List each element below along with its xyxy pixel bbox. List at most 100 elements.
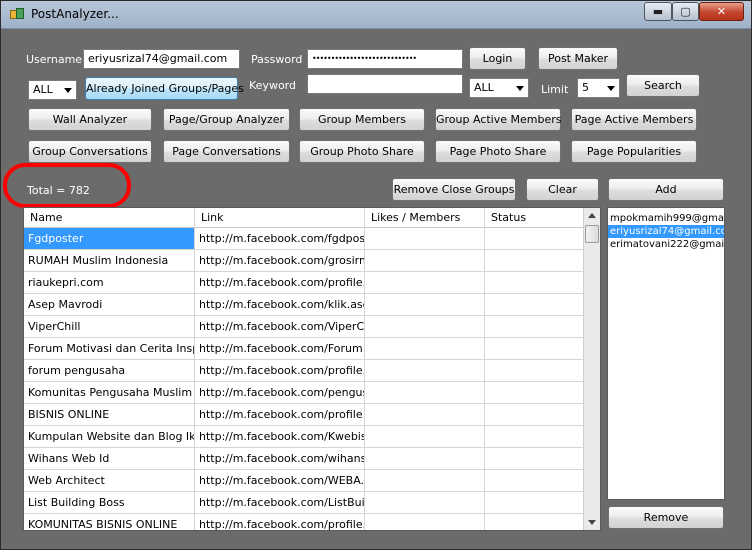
- limit-select[interactable]: 5: [577, 78, 620, 98]
- table-cell-name[interactable]: riaukepri.com: [24, 272, 195, 293]
- table-cell-link[interactable]: http://m.facebook.com/WEBA...: [195, 470, 365, 491]
- group-active-members-button[interactable]: Group Active Members: [435, 108, 562, 131]
- table-cell-likes[interactable]: [365, 382, 485, 403]
- table-cell-link[interactable]: http://m.facebook.com/profile.p...: [195, 404, 365, 425]
- column-header-name[interactable]: Name: [24, 208, 195, 228]
- table-cell-status[interactable]: [485, 250, 584, 271]
- table-cell-likes[interactable]: [365, 228, 485, 249]
- scroll-up-icon[interactable]: [584, 208, 600, 224]
- table-cell-name[interactable]: RUMAH Muslim Indonesia: [24, 250, 195, 271]
- column-header-status[interactable]: Status: [485, 208, 584, 228]
- table-cell-likes[interactable]: [365, 316, 485, 337]
- column-header-link[interactable]: Link: [195, 208, 365, 228]
- scope-select[interactable]: ALL: [28, 80, 77, 100]
- list-item[interactable]: erimatovani222@gmail.c: [608, 238, 724, 251]
- scroll-down-icon[interactable]: [584, 514, 600, 530]
- search-button[interactable]: Search: [626, 74, 700, 97]
- accounts-list[interactable]: mpokmamih999@gmail. eriyusrizal74@gmail.c…: [607, 207, 725, 500]
- clear-button[interactable]: Clear: [526, 178, 599, 201]
- table-cell-likes[interactable]: [365, 470, 485, 491]
- table-row[interactable]: Web Architect http://m.facebook.com/WEBA.…: [24, 470, 584, 492]
- table-cell-name[interactable]: Asep Mavrodi: [24, 294, 195, 315]
- table-cell-link[interactable]: http://m.facebook.com/ViperChill: [195, 316, 365, 337]
- table-cell-name[interactable]: Kumpulan Website dan Blog Ikl...: [24, 426, 195, 447]
- table-row[interactable]: List Building Boss http://m.facebook.com/…: [24, 492, 584, 514]
- table-row[interactable]: BISNIS ONLINE http://m.facebook.com/profi…: [24, 404, 584, 426]
- table-cell-status[interactable]: [485, 404, 584, 425]
- table-row[interactable]: Forum Motivasi dan Cerita Inspir...http:…: [24, 338, 584, 360]
- table-cell-status[interactable]: [485, 294, 584, 315]
- table-cell-name[interactable]: Komunitas Pengusaha Muslim In...: [24, 382, 195, 403]
- password-input[interactable]: ••••••••••••••••••••••••••••: [307, 49, 463, 69]
- maximize-button[interactable]: ▢: [672, 2, 699, 21]
- table-row[interactable]: Komunitas Pengusaha Muslim In...http://m…: [24, 382, 584, 404]
- table-cell-name[interactable]: List Building Boss: [24, 492, 195, 513]
- page-conversations-button[interactable]: Page Conversations: [163, 140, 290, 163]
- minimize-button[interactable]: ▬: [644, 2, 672, 21]
- results-table[interactable]: Name Link Likes / Members Status Fgdpost…: [23, 207, 601, 531]
- table-cell-status[interactable]: [485, 514, 584, 530]
- column-header-likes[interactable]: Likes / Members: [365, 208, 485, 228]
- table-cell-likes[interactable]: [365, 338, 485, 359]
- table-cell-link[interactable]: http://m.facebook.com/Forum....: [195, 338, 365, 359]
- page-popularities-button[interactable]: Page Popularities: [571, 140, 697, 163]
- title-bar[interactable]: PostAnalyzer... ▬ ▢ ✕: [1, 1, 751, 29]
- table-cell-likes[interactable]: [365, 448, 485, 469]
- table-cell-status[interactable]: [485, 492, 584, 513]
- table-cell-likes[interactable]: [365, 404, 485, 425]
- table-cell-status[interactable]: [485, 426, 584, 447]
- add-account-button[interactable]: Add: [608, 178, 724, 201]
- keyword-input[interactable]: [307, 74, 463, 94]
- table-row[interactable]: Fgdposter http://m.facebook.com/fgdpost..…: [24, 228, 584, 250]
- table-cell-likes[interactable]: [365, 514, 485, 530]
- table-cell-name[interactable]: BISNIS ONLINE: [24, 404, 195, 425]
- table-cell-likes[interactable]: [365, 294, 485, 315]
- login-button[interactable]: Login: [469, 47, 526, 70]
- table-cell-link[interactable]: http://m.facebook.com/wihans....: [195, 448, 365, 469]
- page-group-analyzer-button[interactable]: Page/Group Analyzer: [163, 108, 290, 131]
- table-row[interactable]: KOMUNITAS BISNIS ONLINE http://m.facebook…: [24, 514, 584, 530]
- group-photo-share-button[interactable]: Group Photo Share: [299, 140, 425, 163]
- table-cell-name[interactable]: Forum Motivasi dan Cerita Inspir...: [24, 338, 195, 359]
- table-cell-status[interactable]: [485, 360, 584, 381]
- table-cell-link[interactable]: http://m.facebook.com/profile.p...: [195, 272, 365, 293]
- already-joined-button[interactable]: Already Joined Groups/Pages: [85, 77, 244, 100]
- table-cell-link[interactable]: http://m.facebook.com/fgdpost...: [195, 228, 365, 249]
- table-row[interactable]: ViperChill http://m.facebook.com/ViperChi…: [24, 316, 584, 338]
- post-maker-button[interactable]: Post Maker: [538, 47, 618, 70]
- remove-close-groups-button[interactable]: Remove Close Groups: [392, 178, 516, 201]
- table-row[interactable]: Asep Mavrodi http://m.facebook.com/klik.a…: [24, 294, 584, 316]
- username-input[interactable]: eriyusrizal74@gmail.com: [83, 49, 240, 69]
- table-cell-name[interactable]: forum pengusaha: [24, 360, 195, 381]
- table-cell-likes[interactable]: [365, 272, 485, 293]
- scroll-thumb[interactable]: [585, 225, 599, 243]
- table-scrollbar[interactable]: [583, 208, 600, 530]
- page-photo-share-button[interactable]: Page Photo Share: [435, 140, 561, 163]
- table-cell-likes[interactable]: [365, 492, 485, 513]
- table-cell-status[interactable]: [485, 382, 584, 403]
- table-cell-link[interactable]: http://m.facebook.com/grosirmi: [195, 250, 365, 271]
- table-cell-status[interactable]: [485, 338, 584, 359]
- type-select[interactable]: ALL: [469, 78, 529, 98]
- table-cell-status[interactable]: [485, 470, 584, 491]
- table-row[interactable]: RUMAH Muslim Indonesia http://m.facebook.…: [24, 250, 584, 272]
- table-cell-link[interactable]: http://m.facebook.com/ListBuil...: [195, 492, 365, 513]
- group-conversations-button[interactable]: Group Conversations: [28, 140, 152, 163]
- table-cell-likes[interactable]: [365, 426, 485, 447]
- remove-account-button[interactable]: Remove: [608, 506, 724, 529]
- table-cell-status[interactable]: [485, 448, 584, 469]
- table-cell-link[interactable]: http://m.facebook.com/profile.p...: [195, 514, 365, 530]
- table-cell-name[interactable]: KOMUNITAS BISNIS ONLINE: [24, 514, 195, 530]
- table-row[interactable]: Wihans Web Id http://m.facebook.com/wihan…: [24, 448, 584, 470]
- table-row[interactable]: forum pengusaha http://m.facebook.com/pro…: [24, 360, 584, 382]
- table-cell-status[interactable]: [485, 316, 584, 337]
- table-cell-link[interactable]: http://m.facebook.com/Kwebis: [195, 426, 365, 447]
- group-members-button[interactable]: Group Members: [299, 108, 425, 131]
- table-cell-link[interactable]: http://m.facebook.com/profile.p...: [195, 360, 365, 381]
- table-cell-name[interactable]: Fgdposter: [24, 228, 195, 249]
- table-cell-status[interactable]: [485, 228, 584, 249]
- table-row[interactable]: Kumpulan Website dan Blog Ikl... http://m…: [24, 426, 584, 448]
- table-row[interactable]: riaukepri.com http://m.facebook.com/profi…: [24, 272, 584, 294]
- table-cell-name[interactable]: Web Architect: [24, 470, 195, 491]
- table-cell-likes[interactable]: [365, 250, 485, 271]
